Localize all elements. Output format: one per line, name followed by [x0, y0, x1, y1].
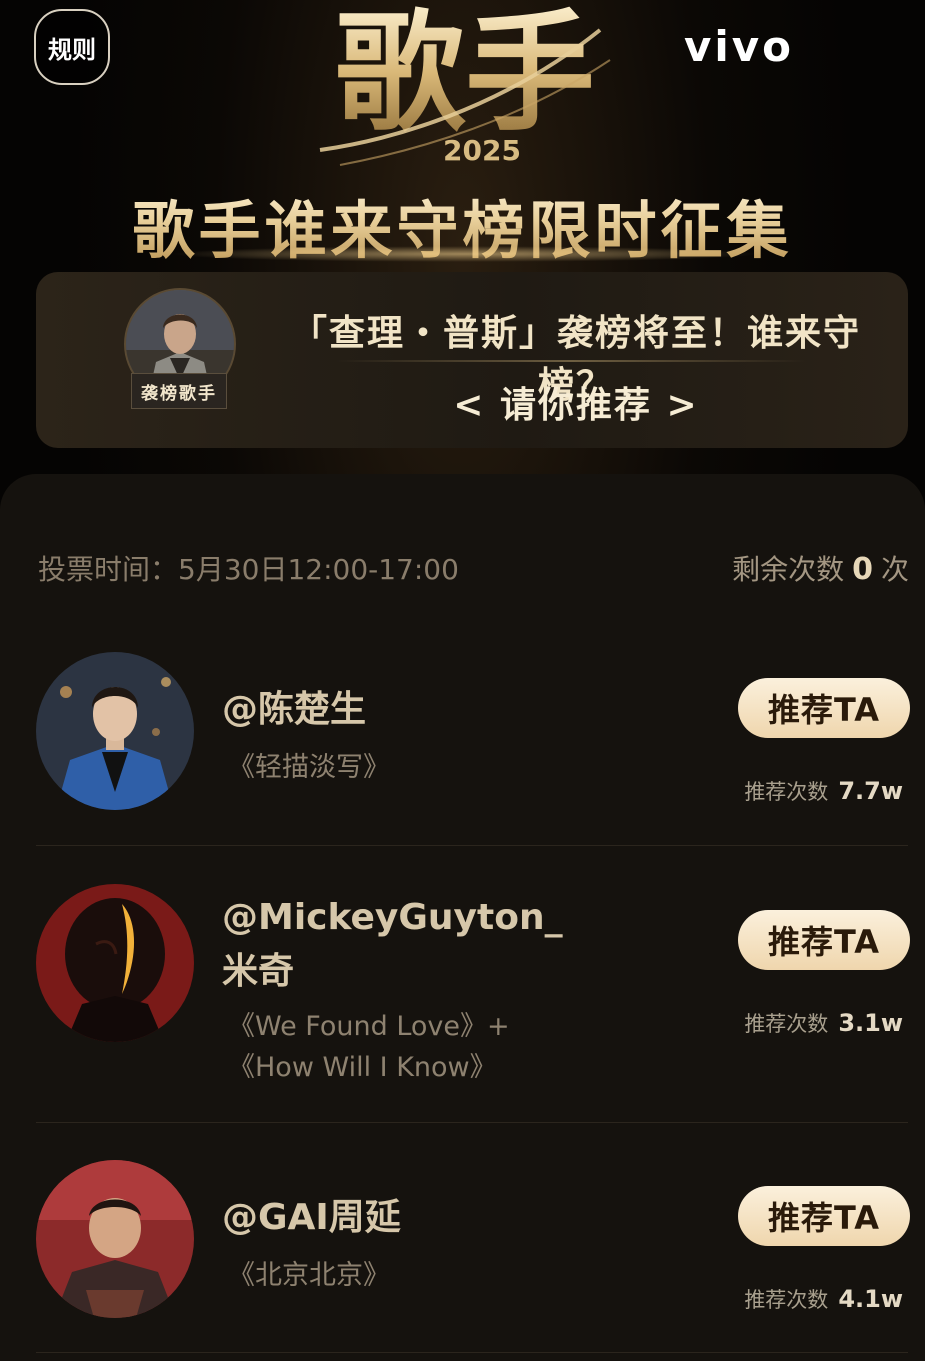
recommend-count: 推荐次数 7.7w [744, 776, 903, 806]
singer-2025-logo: 歌手 2025 [300, 0, 630, 175]
singer-song: 《We Found Love》+ [228, 1011, 510, 1042]
logo-text: 歌手 [335, 0, 595, 149]
challenger-card[interactable]: 袭榜歌手 「查理・普斯」袭榜将至！谁来守榜？ < 请你推荐 > [36, 272, 908, 448]
divider [36, 845, 908, 846]
remaining-label: 剩余次数 [732, 553, 845, 586]
divider [36, 1122, 908, 1123]
recommend-count-label: 推荐次数 [744, 1288, 829, 1312]
recommend-count-value: 7.7w [838, 777, 903, 805]
singer-name: @MickeyGuyton_米奇 [222, 897, 563, 992]
singer-song: 《北京北京》 [228, 1260, 390, 1291]
challenger-badge: 袭榜歌手 [131, 373, 227, 409]
vote-time: 投票时间：5月30日12:00-17:00 [38, 553, 459, 586]
singer-avatar[interactable] [36, 1160, 194, 1318]
page: 规则 歌手 2025 vivo 歌手谁来守榜限时征集 袭榜歌手 「查理・普斯」袭… [0, 0, 925, 1361]
recommend-button[interactable]: 推荐TA [738, 1186, 910, 1246]
logo-year: 2025 [443, 134, 521, 167]
rules-button[interactable]: 规则 [34, 9, 110, 85]
singer-song: 《轻描淡写》 [228, 752, 390, 783]
singer-avatar[interactable] [36, 884, 194, 1042]
recommend-count-value: 3.1w [838, 1009, 903, 1037]
banner-glow [170, 246, 760, 262]
divider [36, 1352, 908, 1353]
singer-song: 《How Will I Know》 [228, 1052, 497, 1083]
singer-name: @陈楚生 [222, 689, 367, 730]
recommend-count-value: 4.1w [838, 1285, 903, 1313]
vivo-logo: vivo [684, 22, 795, 71]
recommend-button[interactable]: 推荐TA [738, 678, 910, 738]
singer-name: @GAI周延 [222, 1197, 401, 1238]
recommend-count: 推荐次数 4.1w [744, 1284, 903, 1314]
recommend-button[interactable]: 推荐TA [738, 910, 910, 970]
recommend-count: 推荐次数 3.1w [744, 1008, 903, 1038]
recommend-count-label: 推荐次数 [744, 780, 829, 804]
recommend-link[interactable]: < 请你推荐 > [266, 376, 886, 428]
challenger-divider [336, 360, 806, 362]
remaining-votes: 剩余次数 0 次 [732, 548, 909, 588]
remaining-count: 0 [852, 552, 873, 587]
remaining-unit: 次 [880, 553, 909, 586]
singer-avatar[interactable] [36, 652, 194, 810]
recommend-count-label: 推荐次数 [744, 1012, 829, 1036]
